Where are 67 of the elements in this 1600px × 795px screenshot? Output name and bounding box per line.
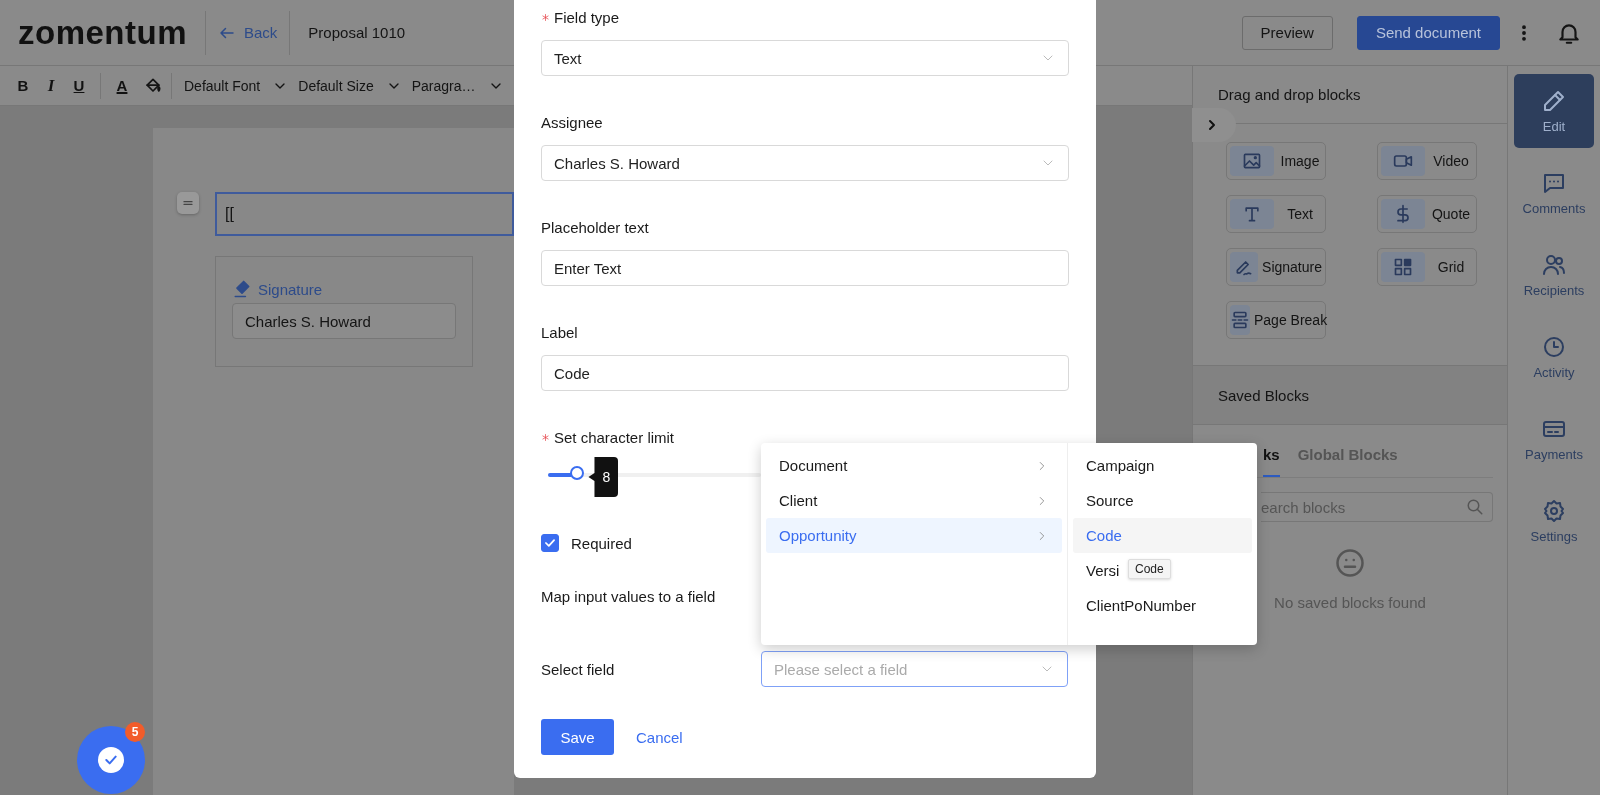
block-tile[interactable]: Video bbox=[1377, 142, 1477, 180]
signature-field[interactable]: Charles S. Howard bbox=[232, 303, 456, 339]
block-tile[interactable]: Image bbox=[1226, 142, 1326, 180]
rail-tab[interactable]: Recipients bbox=[1514, 238, 1594, 312]
rail-tab[interactable]: Activity bbox=[1514, 320, 1594, 394]
value-tooltip: 8 bbox=[588, 457, 619, 497]
preview-button[interactable]: Preview bbox=[1241, 15, 1333, 50]
placeholder-text-field[interactable]: Enter Text bbox=[541, 250, 1069, 286]
label-field[interactable]: Code bbox=[541, 355, 1069, 391]
field-label: Label bbox=[541, 323, 578, 341]
save-button[interactable]: Save bbox=[541, 719, 614, 755]
image-icon bbox=[1242, 151, 1262, 171]
format-dropdown[interactable]: Default Font bbox=[180, 77, 293, 94]
logo: zomentum bbox=[18, 13, 187, 52]
text-block[interactable]: [[ bbox=[215, 192, 514, 236]
italic-button[interactable]: I bbox=[38, 71, 64, 100]
page-break-icon bbox=[1230, 310, 1250, 330]
block-tile[interactable]: Grid bbox=[1377, 248, 1477, 286]
menu-item[interactable]: ClientPoNumber bbox=[1073, 588, 1252, 623]
field-label: Map input values to a field bbox=[541, 587, 716, 605]
tab[interactable]: ks bbox=[1263, 446, 1280, 477]
field-label: Placeholder text bbox=[541, 218, 649, 236]
menu-item[interactable]: Campaign bbox=[1073, 448, 1252, 483]
menu-item[interactable]: Code bbox=[1073, 518, 1252, 553]
pencil-icon bbox=[1542, 88, 1566, 113]
drag-handle[interactable] bbox=[177, 192, 199, 214]
block-tile[interactable]: Quote bbox=[1377, 195, 1477, 233]
field-label: Field type bbox=[554, 8, 620, 26]
people-icon bbox=[1542, 252, 1566, 277]
tooltip: Code bbox=[1128, 559, 1171, 579]
rail-tab[interactable]: Edit bbox=[1514, 74, 1594, 148]
section-title: Saved Blocks bbox=[1193, 365, 1507, 425]
signature-label: Signature bbox=[258, 280, 323, 298]
underline-button[interactable]: U bbox=[66, 71, 92, 100]
format-dropdown[interactable]: Default Size bbox=[294, 77, 406, 94]
menu-item[interactable]: Opportunity bbox=[766, 518, 1062, 553]
grid-icon bbox=[1393, 257, 1413, 277]
cancel-link[interactable]: Cancel bbox=[636, 728, 683, 746]
pen-icon bbox=[232, 279, 252, 299]
search-icon bbox=[1466, 498, 1484, 516]
send-button[interactable]: Send document bbox=[1356, 15, 1500, 50]
neutral-face-icon bbox=[1335, 548, 1365, 578]
rail-tab[interactable]: Settings bbox=[1514, 484, 1594, 558]
text-color-button[interactable]: A bbox=[109, 71, 135, 100]
check-icon bbox=[543, 536, 557, 550]
checkbox[interactable] bbox=[541, 534, 559, 552]
rail-tab[interactable]: Comments bbox=[1514, 156, 1594, 230]
field-label: Assignee bbox=[541, 113, 603, 131]
block-tile[interactable]: Text bbox=[1226, 195, 1326, 233]
field-label: Required bbox=[571, 534, 632, 552]
menu-item[interactable]: Source bbox=[1073, 483, 1252, 518]
document-title: Proposal 1010 bbox=[308, 24, 406, 41]
field-type-select[interactable]: Text bbox=[541, 40, 1069, 76]
block-tile[interactable]: Page Break bbox=[1226, 301, 1326, 339]
slider-handle[interactable] bbox=[570, 466, 585, 480]
format-dropdown[interactable]: Paragra… bbox=[407, 77, 508, 94]
field-label: Select field bbox=[541, 660, 615, 678]
letter-t-icon bbox=[1242, 204, 1262, 224]
assignee-select[interactable]: Charles S. Howard bbox=[541, 145, 1069, 181]
clock-icon bbox=[1542, 334, 1566, 359]
menu-item[interactable]: Client bbox=[766, 483, 1062, 518]
settings-icon bbox=[1542, 498, 1566, 523]
menu-item[interactable]: Document bbox=[766, 448, 1062, 483]
rail-tab[interactable]: Payments bbox=[1514, 402, 1594, 476]
block-tile[interactable]: Signature bbox=[1226, 248, 1326, 286]
field-label: Set character limit bbox=[554, 428, 675, 446]
bold-button[interactable]: B bbox=[10, 71, 36, 100]
